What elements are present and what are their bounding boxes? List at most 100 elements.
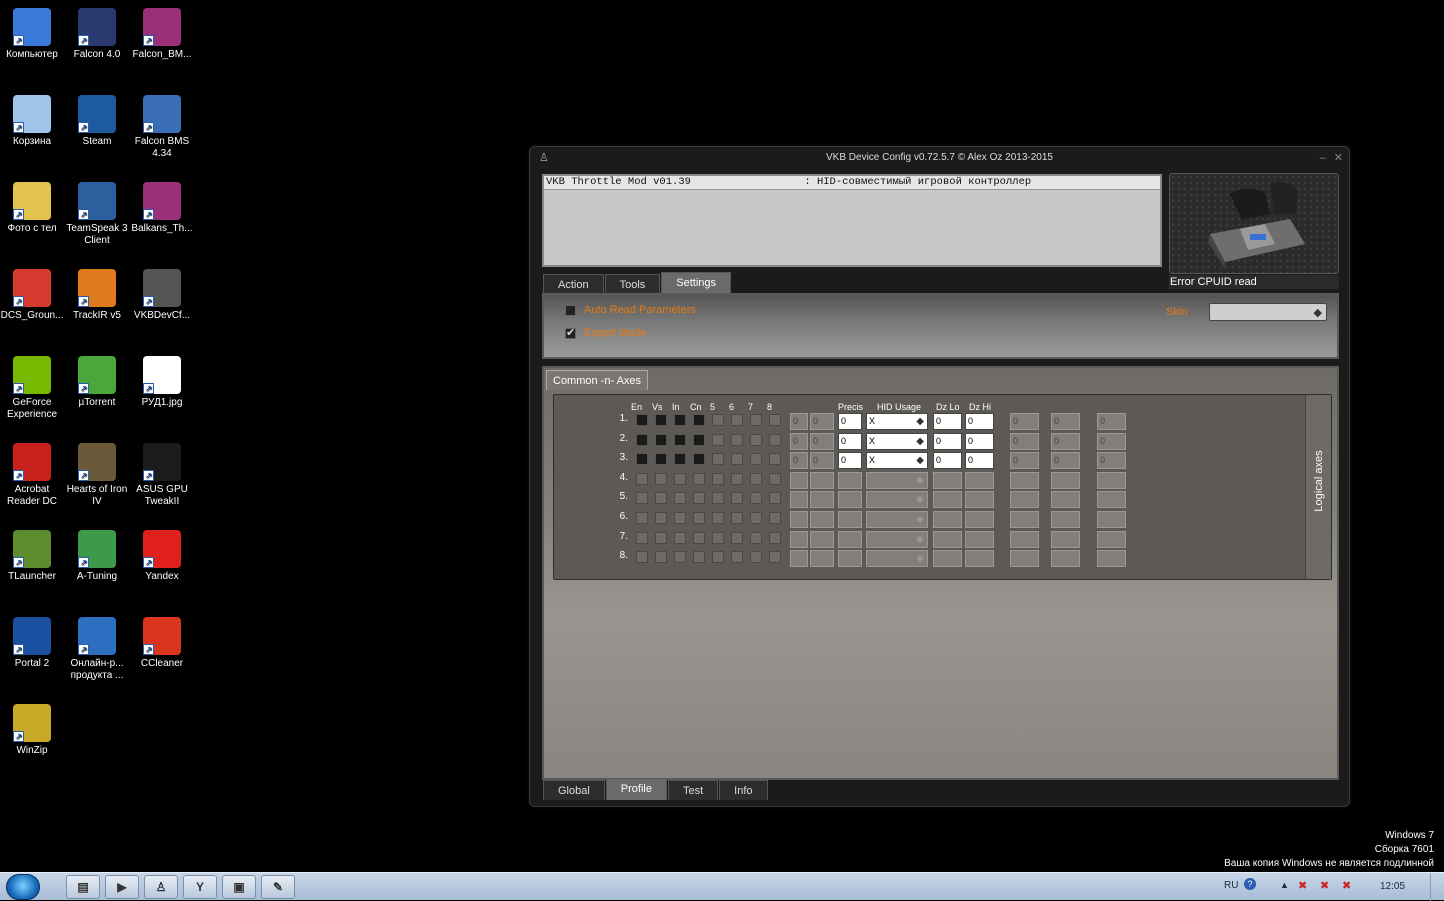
tab-action[interactable]: Action [543,274,604,294]
axis-field-e3[interactable] [1097,471,1126,489]
axis-flag-checkbox[interactable] [674,551,686,564]
axis-flag-checkbox[interactable] [636,433,648,446]
axis-field-e1[interactable]: 0 [1010,432,1039,450]
desktop-icon[interactable]: ↗ GeForce Experience [0,356,64,421]
axis-flag-checkbox[interactable] [655,531,667,544]
axis-field-f1[interactable] [790,530,808,548]
axis-flag-checkbox[interactable] [636,414,648,426]
desktop-icon[interactable]: ↗ Acrobat Reader DC [0,443,64,508]
desktop-icon[interactable]: ↗ WinZip [0,704,64,757]
desktop-icon[interactable]: ↗ DCS_Groun... [0,269,64,322]
axis-flag-checkbox[interactable] [750,531,762,544]
axis-flag-checkbox[interactable] [731,531,743,544]
axis-field-e1[interactable] [1010,471,1039,489]
axis-flag-checkbox[interactable] [731,512,743,524]
axis-field-f2[interactable] [810,471,834,489]
axis-flag-checkbox[interactable] [655,551,667,564]
axis-flag-checkbox[interactable] [636,472,648,485]
hid-usage-select[interactable]: X ◆ [866,413,928,430]
network-icon[interactable]: ✖ [1298,879,1307,892]
desktop-icon[interactable]: ↗ CCleaner [130,617,194,670]
axis-field-dzhi[interactable]: 0 [965,413,994,430]
axis-flag-checkbox[interactable] [769,414,781,426]
axis-flag-checkbox[interactable] [769,472,781,485]
axis-field-precis[interactable] [838,471,862,489]
axis-field-f1[interactable] [790,550,808,568]
axis-field-dzhi[interactable]: 0 [965,432,994,450]
desktop-icon[interactable]: ↗ TeamSpeak 3 Client [65,182,129,247]
axis-field-e1[interactable] [1010,491,1039,509]
desktop-icon[interactable]: ↗ TrackIR v5 [65,269,129,322]
axis-field-f1[interactable]: 0 [790,413,808,430]
hid-usage-select[interactable]: ◆ [866,530,928,548]
axis-field-e1[interactable]: 0 [1010,413,1039,430]
axis-field-f1[interactable]: 0 [790,452,808,470]
axis-flag-checkbox[interactable] [750,453,762,466]
axis-field-e3[interactable] [1097,550,1126,568]
axis-field-precis[interactable] [838,491,862,509]
desktop-icon[interactable]: ↗ Balkans_Th... [130,182,194,235]
axis-field-e3[interactable]: 0 [1097,432,1126,450]
logical-axes-tab[interactable]: Logical axes [1305,395,1331,579]
desktop-icon[interactable]: ↗ Корзина [0,95,64,148]
close-icon[interactable]: ✕ [1334,152,1343,164]
action-center-icon[interactable]: ✖ [1320,879,1329,892]
axis-field-e3[interactable] [1097,491,1126,509]
axis-field-e1[interactable] [1010,550,1039,568]
yandex-browser-icon[interactable]: Y [183,875,217,899]
axis-field-f1[interactable] [790,471,808,489]
axis-flag-checkbox[interactable] [636,492,648,505]
axis-flag-checkbox[interactable] [712,512,724,524]
axis-field-precis[interactable] [838,550,862,568]
device-list[interactable]: VKB Throttle Mod v01.39 : HID-совместимы… [542,174,1162,267]
bottom-tab-global[interactable]: Global [543,780,605,800]
axis-field-e2[interactable] [1051,471,1080,489]
axis-flag-checkbox[interactable] [674,433,686,446]
tab-settings[interactable]: Settings [661,272,732,294]
vkb-joystick-icon[interactable]: ♙ [144,875,178,899]
axis-flag-checkbox[interactable] [674,414,686,426]
axis-field-e2[interactable] [1051,491,1080,509]
nvidia-icon[interactable]: ▣ [222,875,256,899]
desktop-icon[interactable]: ↗ TLauncher [0,530,64,583]
axis-flag-checkbox[interactable] [655,414,667,426]
axis-field-dzhi[interactable] [965,511,994,528]
axis-flag-checkbox[interactable] [731,472,743,485]
axis-flag-checkbox[interactable] [693,433,705,446]
axis-field-dzlo[interactable]: 0 [933,413,962,430]
axis-flag-checkbox[interactable] [674,453,686,466]
axis-field-f2[interactable]: 0 [810,413,834,430]
axis-field-e3[interactable]: 0 [1097,452,1126,470]
axis-field-f2[interactable] [810,530,834,548]
axis-flag-checkbox[interactable] [712,531,724,544]
axis-field-f1[interactable] [790,511,808,528]
skin-select[interactable]: ◆ [1209,303,1327,321]
axis-flag-checkbox[interactable] [693,492,705,505]
hid-usage-select[interactable]: ◆ [866,550,928,568]
axis-field-precis[interactable]: 0 [838,413,862,430]
desktop-icon[interactable]: ↗ Yandex [130,530,194,583]
axis-flag-checkbox[interactable] [769,551,781,564]
axis-field-f1[interactable]: 0 [790,432,808,450]
axis-flag-checkbox[interactable] [693,531,705,544]
tab-tools[interactable]: Tools [604,274,661,294]
desktop-icon[interactable]: ↗ Falcon_BM... [130,8,194,61]
axis-flag-checkbox[interactable] [769,433,781,446]
desktop-icon[interactable]: ↗ Hearts of Iron IV [65,443,129,508]
axis-field-dzhi[interactable] [965,550,994,568]
axis-field-dzlo[interactable]: 0 [933,452,962,470]
axis-flag-checkbox[interactable] [750,414,762,426]
axis-flag-checkbox[interactable] [693,414,705,426]
axis-flag-checkbox[interactable] [655,512,667,524]
clock[interactable]: 12:05 [1380,881,1405,892]
axis-field-e2[interactable]: 0 [1051,432,1080,450]
axis-field-e3[interactable] [1097,511,1126,528]
axis-field-f2[interactable] [810,550,834,568]
start-button[interactable] [6,874,40,900]
hid-usage-select[interactable]: X ◆ [866,432,928,450]
axis-field-e2[interactable]: 0 [1051,452,1080,470]
axis-field-dzlo[interactable] [933,491,962,509]
axis-flag-checkbox[interactable] [712,472,724,485]
axis-flag-checkbox[interactable] [655,433,667,446]
desktop-icon[interactable]: ↗ Falcon 4.0 [65,8,129,61]
